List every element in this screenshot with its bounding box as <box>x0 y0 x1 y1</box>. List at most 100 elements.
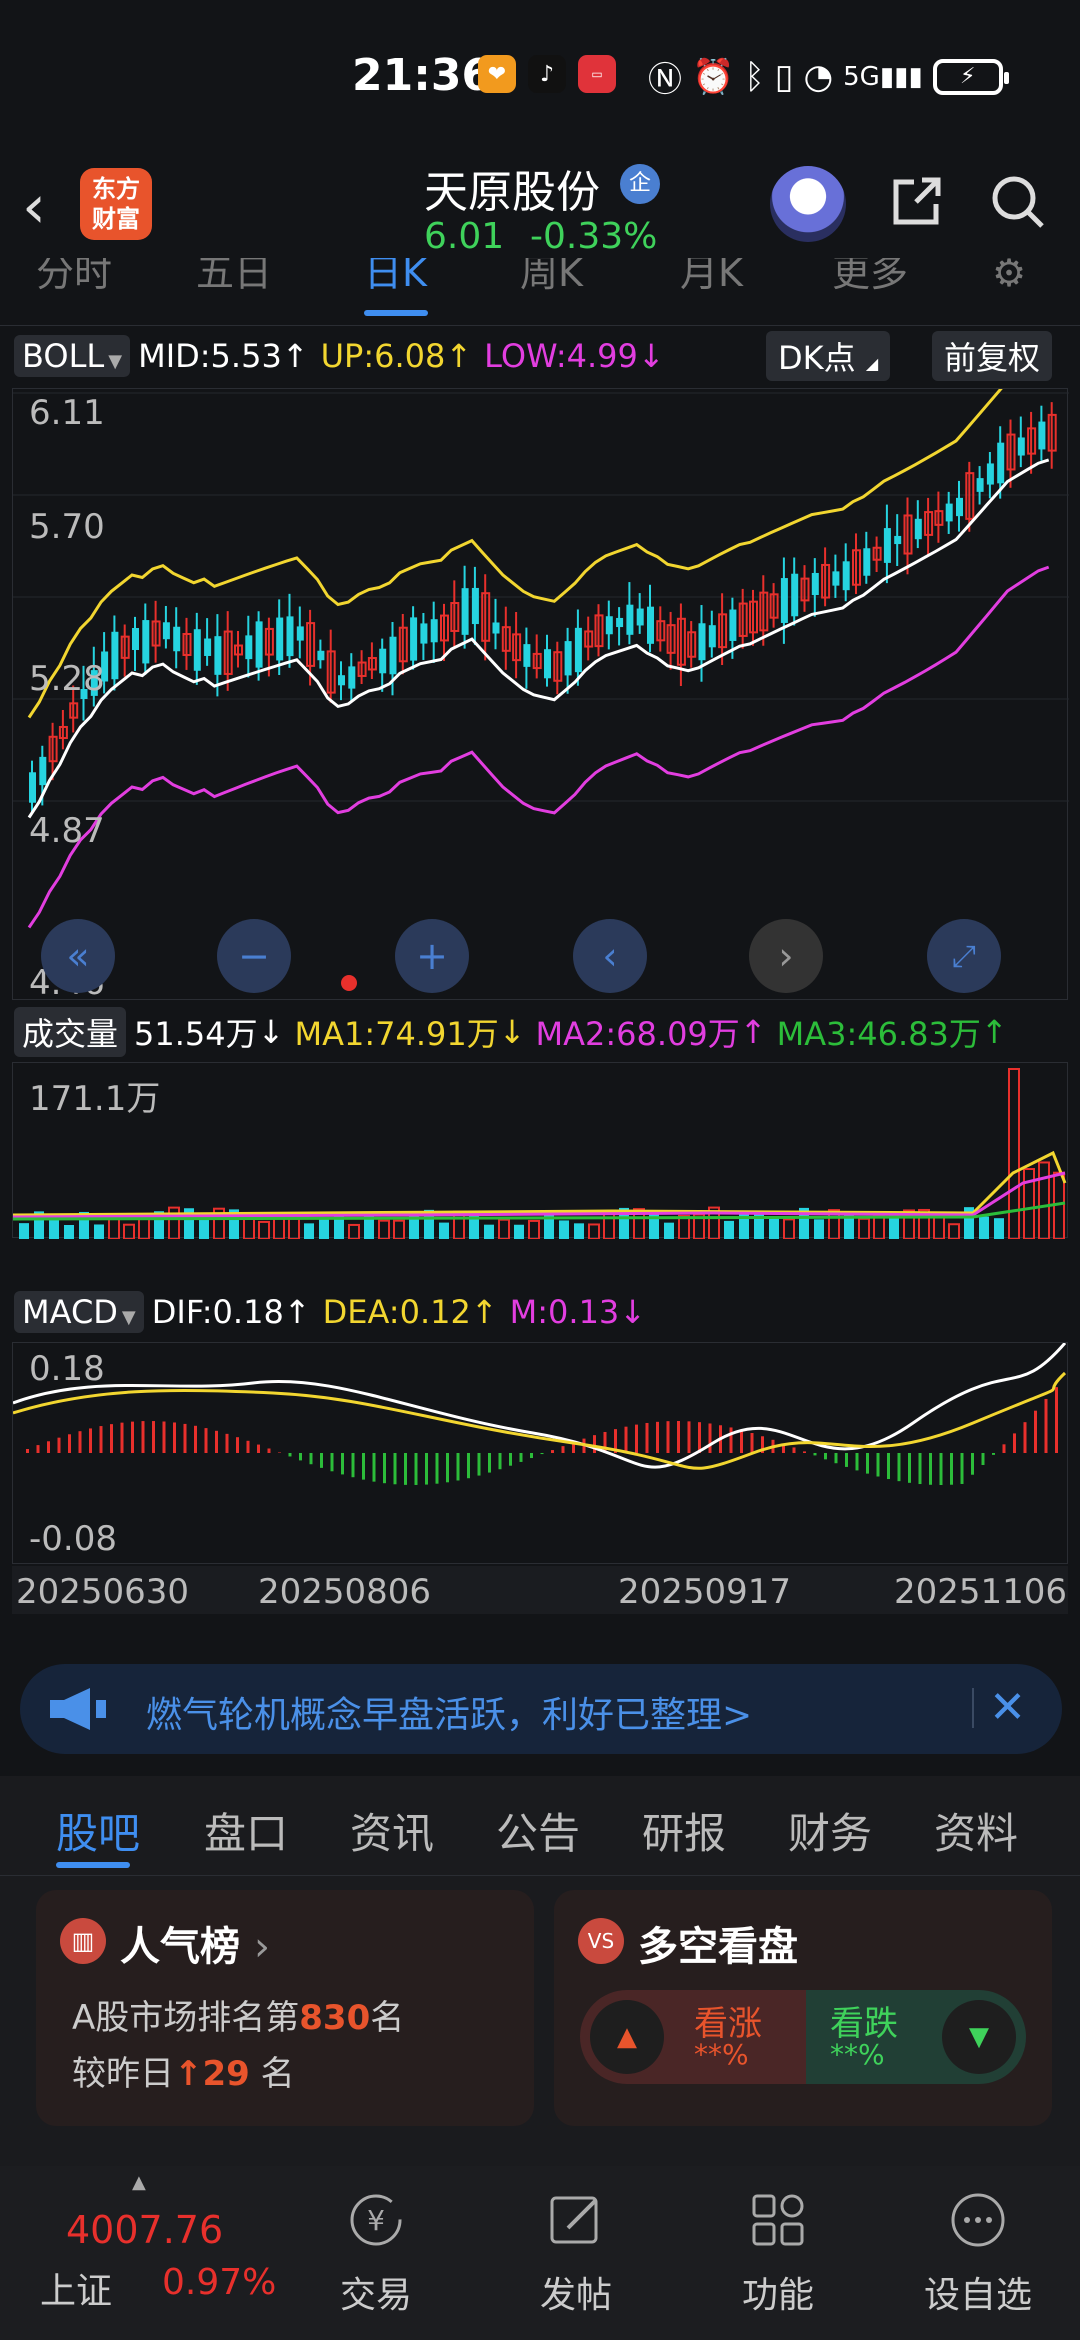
nav-post[interactable]: 发帖 <box>506 2190 646 2318</box>
close-icon[interactable]: ✕ <box>989 1682 1026 1733</box>
volume-bar <box>514 1224 524 1239</box>
date-label: 20251106 <box>894 1572 1068 1612</box>
stock-price: 6.01 <box>424 216 505 257</box>
content-tabs: 股吧 盘口 资讯 公告 研报 财务 资料 <box>0 1776 1080 1876</box>
macd-axis-label: -0.08 <box>29 1519 117 1559</box>
settings-gear-icon[interactable]: ⚙ <box>992 258 1026 292</box>
rank-value: 830 <box>299 1998 371 2038</box>
edit-icon <box>550 2196 598 2244</box>
candle-body <box>204 638 212 656</box>
fullscreen-icon[interactable]: ⤢ <box>927 919 1001 993</box>
ai-assistant-icon[interactable] <box>770 166 846 242</box>
candle-body <box>729 609 737 641</box>
volume-selector[interactable]: 成交量 <box>14 1007 127 1057</box>
tab-announcement[interactable]: 公告 <box>496 1800 580 1861</box>
candle-body <box>276 617 284 661</box>
status-bar: 21:36 ❤ ♪ ▭ Ⓝ ⏰ ᛒ ▯ ◔ 5G▮▮▮ ⚡ <box>0 0 1080 150</box>
scroll-left-button[interactable]: ‹ <box>573 919 647 993</box>
tab-news[interactable]: 资讯 <box>350 1800 434 1861</box>
price-axis-label: 5.70 <box>29 507 105 547</box>
up-arrow-icon: ↑ <box>281 337 309 375</box>
down-arrow-icon: ↓ <box>498 1013 526 1051</box>
candle-body <box>389 636 397 675</box>
tab-profile[interactable]: 资料 <box>934 1800 1018 1861</box>
candle-body <box>997 442 1005 484</box>
back-chevron-icon[interactable]: ‹ <box>22 172 46 242</box>
tab-weekly-k[interactable]: 周K <box>520 258 583 292</box>
candle-body <box>564 641 572 676</box>
tab-indicator <box>56 1862 130 1868</box>
up-arrow-icon: ↑ <box>980 1013 1008 1051</box>
volume-value: 51.54万 <box>134 1015 258 1053</box>
volume-bar <box>108 1216 120 1239</box>
tab-monthly-k[interactable]: 月K <box>680 258 743 292</box>
tab-research[interactable]: 研报 <box>642 1800 726 1861</box>
index-name[interactable]: 上证 <box>40 2262 112 2314</box>
zoom-out-button[interactable]: − <box>217 919 291 993</box>
volume-bar <box>664 1222 674 1239</box>
boll-selector[interactable]: BOLL ▼ <box>14 335 131 377</box>
candle-body <box>791 573 799 617</box>
popularity-card[interactable]: ▥ 人气榜 › A股市场排名第830名 较昨日↑29 名 <box>36 1890 534 2126</box>
bull-bear-title: 多空看盘 <box>638 1924 798 1970</box>
wifi-icon: ◔ <box>803 56 834 97</box>
scroll-start-button[interactable]: « <box>41 919 115 993</box>
candle-body <box>142 620 150 664</box>
volume-bar <box>814 1219 824 1239</box>
volume-indicator-row: 成交量 51.54万 ↓ MA1:74.91万 ↓ MA2:68.09万 ↑ MA3:… <box>0 1004 1080 1060</box>
candle-body <box>698 623 706 661</box>
index-pct[interactable]: 0.97% <box>162 2262 276 2303</box>
macd-canvas <box>13 1343 1067 1485</box>
nav-add-watchlist[interactable]: 设自选 <box>908 2190 1048 2318</box>
volume-bar <box>574 1223 584 1239</box>
tab-finance[interactable]: 财务 <box>788 1800 872 1861</box>
nav-functions-label: 功能 <box>741 2275 814 2316</box>
tab-more[interactable]: 更多 <box>832 258 908 292</box>
status-time: 21:36 <box>352 50 493 101</box>
vote-down-button[interactable]: 看跌 **% ▼ <box>806 1990 1026 2084</box>
volume-bar <box>378 1219 390 1239</box>
share-icon[interactable] <box>886 172 946 232</box>
kline-chart[interactable]: 6.11 5.70 5.28 4.87 4.46 « − + ‹ › ⤢ <box>12 388 1069 1003</box>
volume-bar <box>348 1223 360 1239</box>
grid-icon <box>752 2194 804 2246</box>
candle-body <box>317 650 325 661</box>
volume-chart[interactable]: 171.1万 <box>12 1062 1068 1239</box>
index-value[interactable]: 4007.76 <box>66 2208 223 2252</box>
nav-functions[interactable]: 功能 <box>708 2190 848 2318</box>
nav-trade[interactable]: ¥ 交易 <box>306 2190 446 2318</box>
candle-body <box>616 617 624 628</box>
candle-body <box>945 503 953 522</box>
volume-ma1: MA1:74.91万 <box>294 1015 499 1053</box>
tab-guba[interactable]: 股吧 <box>56 1800 140 1861</box>
up-arrow-icon: ↑ <box>174 2054 203 2094</box>
stock-name: 天原股份 <box>424 167 600 218</box>
date-label: 20250917 <box>618 1572 792 1612</box>
macd-selector[interactable]: MACD ▼ <box>14 1291 144 1333</box>
scroll-right-button[interactable]: › <box>749 919 823 993</box>
volume-axis-label: 171.1万 <box>29 1079 161 1119</box>
candle-body <box>894 535 902 545</box>
tab-pankou[interactable]: 盘口 <box>204 1800 288 1861</box>
volume-bar <box>199 1219 209 1239</box>
app-logo[interactable]: 东方 财富 <box>80 168 152 240</box>
news-banner[interactable]: 燃气轮机概念早盘活跃，利好已整理> ✕ <box>20 1664 1062 1754</box>
logo-line2: 财富 <box>92 205 140 233</box>
candle-body <box>410 617 418 661</box>
search-icon[interactable] <box>988 172 1048 232</box>
macd-chart[interactable]: 0.18 -0.08 <box>12 1342 1068 1564</box>
adjust-button[interactable]: 前复权 <box>932 331 1053 381</box>
tab-five-day[interactable]: 五日 <box>196 258 272 292</box>
vote-up-button[interactable]: ▲ 看涨 **% <box>580 1990 806 2084</box>
change-value: 29 <box>202 2054 250 2094</box>
volume-bar <box>498 1218 510 1239</box>
candle-body <box>379 648 387 674</box>
tab-intraday[interactable]: 分时 <box>36 258 112 292</box>
dk-point-button[interactable]: DK点 ◢ <box>766 331 891 381</box>
zoom-in-button[interactable]: + <box>395 919 469 993</box>
app-notification-icon: ❤ <box>478 55 516 93</box>
boll-name: BOLL <box>22 337 105 375</box>
tab-daily-k[interactable]: 日K <box>364 258 427 292</box>
nav-post-label: 发帖 <box>539 2275 612 2316</box>
volume-bar <box>258 1220 270 1239</box>
